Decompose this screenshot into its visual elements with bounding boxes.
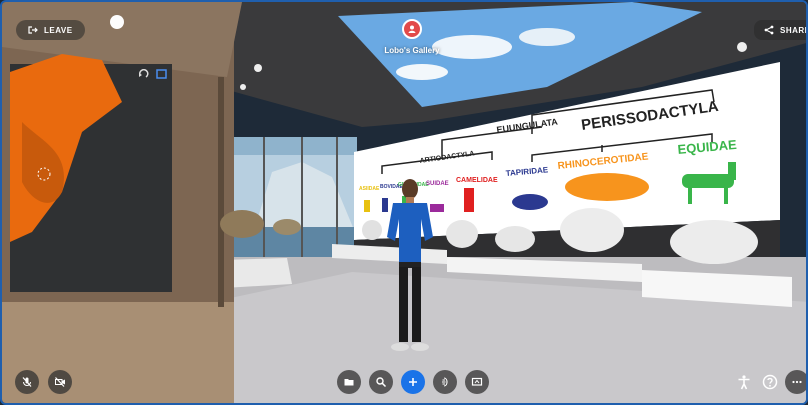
rhino-silhouette xyxy=(565,173,649,201)
gallery-title: Lobo's Gallery xyxy=(384,46,440,55)
user-icon xyxy=(408,25,416,33)
rotate-icon[interactable] xyxy=(138,69,150,79)
accessibility-icon xyxy=(738,375,750,390)
share-button[interactable]: SHARE xyxy=(754,20,808,40)
emote-button[interactable] xyxy=(433,370,457,394)
search-button[interactable] xyxy=(369,370,393,394)
virtual-gallery-view[interactable]: EUUNGULATA PERISSODACTYLA ARTIODACTYLA A… xyxy=(0,0,808,405)
help-icon xyxy=(762,374,778,390)
content-library-button[interactable] xyxy=(337,370,361,394)
screen-share-icon xyxy=(471,377,483,386)
gallery-host-avatar[interactable] xyxy=(402,19,422,39)
screen-share-button[interactable] xyxy=(465,370,489,394)
share-label: SHARE xyxy=(780,25,808,35)
share-icon xyxy=(764,25,774,35)
folder-icon xyxy=(344,379,354,386)
more-icon xyxy=(792,380,802,384)
leave-label: LEAVE xyxy=(44,25,73,35)
search-icon xyxy=(376,377,387,388)
model-viewer-controls[interactable] xyxy=(138,69,168,79)
mic-off-icon xyxy=(22,377,32,387)
user-avatar[interactable] xyxy=(375,177,445,357)
emote-icon xyxy=(442,377,448,387)
plus-icon xyxy=(409,378,417,386)
exit-icon xyxy=(28,26,38,34)
camera-toggle-button[interactable] xyxy=(48,370,72,394)
expand-icon[interactable] xyxy=(156,69,168,79)
accessibility-button[interactable] xyxy=(736,374,752,390)
leave-button[interactable]: LEAVE xyxy=(16,20,85,40)
add-content-button[interactable] xyxy=(401,370,425,394)
help-button[interactable] xyxy=(762,374,778,390)
camera-off-icon xyxy=(55,377,65,387)
more-options-button[interactable] xyxy=(785,370,806,394)
mute-mic-button[interactable] xyxy=(15,370,39,394)
